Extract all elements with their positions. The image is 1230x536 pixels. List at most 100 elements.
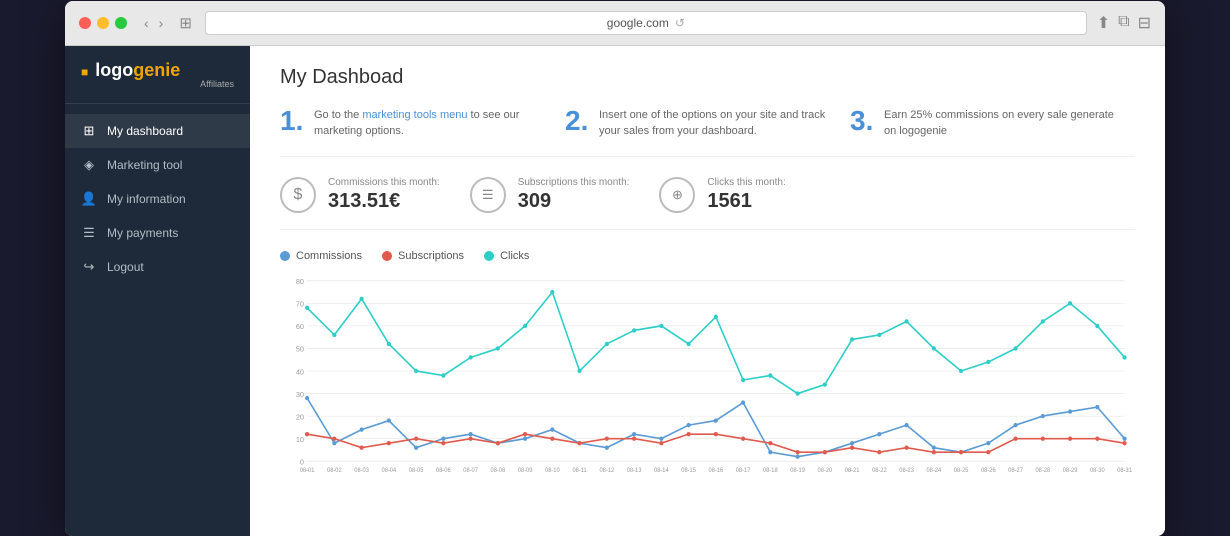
main-content: My Dashboad 1. Go to the marketing tools… (250, 46, 1165, 536)
stat-commissions-info: Commissions this month: 313.51€ (328, 177, 440, 213)
page-title: My Dashboad (280, 66, 1135, 89)
svg-text:08-09: 08-09 (518, 468, 533, 474)
refresh-icon[interactable]: ↺ (675, 16, 685, 30)
svg-text:08-03: 08-03 (354, 468, 369, 474)
svg-text:08-20: 08-20 (818, 468, 833, 474)
sidebar-label-dashboard: My dashboard (107, 124, 183, 138)
url-text: google.com (607, 16, 669, 30)
step-2-text: Insert one of the options on your site a… (599, 107, 830, 140)
svg-text:08-29: 08-29 (1063, 468, 1078, 474)
svg-text:08-28: 08-28 (1036, 468, 1051, 474)
forward-button[interactable]: › (156, 15, 167, 31)
step-1-text-before: Go to the (314, 109, 362, 121)
step-1: 1. Go to the marketing tools menu to see… (280, 107, 565, 140)
svg-text:08-26: 08-26 (981, 468, 996, 474)
svg-text:08-15: 08-15 (681, 468, 696, 474)
maximize-button[interactable] (115, 17, 127, 29)
steps-row: 1. Go to the marketing tools menu to see… (280, 107, 1135, 157)
svg-text:08-17: 08-17 (736, 468, 751, 474)
logo-area: ■ logogenie Affiliates (65, 46, 250, 104)
minimize-button[interactable] (97, 17, 109, 29)
svg-text:20: 20 (296, 412, 304, 421)
svg-text:08-16: 08-16 (709, 468, 724, 474)
svg-text:08-21: 08-21 (845, 468, 860, 474)
sidebar-item-dashboard[interactable]: ⊞ My dashboard (65, 114, 250, 148)
payments-icon: ☰ (81, 225, 97, 241)
legend-commissions: Commissions (280, 250, 362, 262)
svg-text:08-30: 08-30 (1090, 468, 1105, 474)
close-button[interactable] (79, 17, 91, 29)
chart-area: Commissions Subscriptions Clicks 0 10 20 30… (280, 250, 1135, 492)
user-icon: 👤 (81, 191, 97, 207)
svg-text:08-22: 08-22 (872, 468, 887, 474)
svg-text:08-02: 08-02 (327, 468, 342, 474)
commissions-value: 313.51€ (328, 190, 440, 213)
svg-text:08-08: 08-08 (491, 468, 506, 474)
share-icon[interactable]: ⬆ (1097, 13, 1110, 33)
svg-text:08-07: 08-07 (463, 468, 478, 474)
stat-clicks: ⊕ Clicks this month: 1561 (659, 177, 785, 213)
address-bar[interactable]: google.com ↺ (205, 11, 1087, 35)
clicks-label: Clicks this month: (707, 177, 785, 188)
clicks-value: 1561 (707, 190, 785, 213)
logo-brand: genie (133, 60, 180, 80)
svg-text:08-23: 08-23 (899, 468, 914, 474)
clicks-icon: ⊕ (659, 177, 695, 213)
marketing-icon: ◈ (81, 157, 97, 173)
back-button[interactable]: ‹ (141, 15, 152, 31)
step-1-text: Go to the marketing tools menu to see ou… (314, 107, 545, 140)
browser-window: ‹ › ⊞ google.com ↺ ⬆ ⧉ ⊟ ■ logogenie Aff… (65, 1, 1165, 536)
svg-text:08-11: 08-11 (572, 468, 586, 474)
logo: ■ logogenie (81, 60, 234, 81)
stat-subscriptions-info: Subscriptions this month: 309 (518, 177, 630, 213)
svg-text:08-24: 08-24 (927, 468, 942, 474)
svg-text:80: 80 (296, 276, 304, 285)
chart-legend: Commissions Subscriptions Clicks (280, 250, 1135, 262)
commissions-label: Commissions this month: (328, 177, 440, 188)
step-1-number: 1. (280, 107, 304, 135)
step-3-number: 3. (850, 107, 874, 135)
svg-text:08-12: 08-12 (600, 468, 615, 474)
stats-row: $ Commissions this month: 313.51€ ☰ Subs… (280, 177, 1135, 230)
browser-chrome: ‹ › ⊞ google.com ↺ ⬆ ⧉ ⊟ (65, 1, 1165, 46)
legend-subscriptions-label: Subscriptions (398, 250, 464, 262)
svg-text:08-18: 08-18 (763, 468, 778, 474)
sidebar-nav: ⊞ My dashboard ◈ Marketing tool 👤 My inf… (65, 104, 250, 536)
svg-text:08-19: 08-19 (790, 468, 805, 474)
step-2: 2. Insert one of the options on your sit… (565, 107, 850, 140)
logout-icon: ↪ (81, 259, 97, 275)
svg-text:08-13: 08-13 (627, 468, 642, 474)
sidebar-label-logout: Logout (107, 260, 144, 274)
stat-subscriptions: ☰ Subscriptions this month: 309 (470, 177, 630, 213)
sidebar-item-payments[interactable]: ☰ My payments (65, 216, 250, 250)
clicks-dot (484, 251, 494, 261)
svg-text:40: 40 (296, 367, 304, 376)
svg-text:08-27: 08-27 (1008, 468, 1023, 474)
duplicate-icon[interactable]: ⧉ (1118, 13, 1129, 33)
legend-commissions-label: Commissions (296, 250, 362, 262)
svg-text:0: 0 (300, 457, 304, 466)
app-layout: ■ logogenie Affiliates ⊞ My dashboard ◈ … (65, 46, 1165, 536)
subscriptions-value: 309 (518, 190, 630, 213)
subscriptions-dot (382, 251, 392, 261)
share-icons: ⬆ ⧉ ⊟ (1097, 13, 1151, 33)
svg-text:30: 30 (296, 389, 304, 398)
subscriptions-icon: ☰ (470, 177, 506, 213)
sidebar-toggle-icon[interactable]: ⊟ (1138, 13, 1151, 33)
commissions-icon: $ (280, 177, 316, 213)
svg-text:10: 10 (296, 434, 304, 443)
sidebar-item-information[interactable]: 👤 My information (65, 182, 250, 216)
legend-clicks-label: Clicks (500, 250, 529, 262)
svg-text:50: 50 (296, 344, 304, 353)
nav-arrows: ‹ › (141, 15, 166, 31)
svg-text:08-05: 08-05 (409, 468, 424, 474)
svg-text:60: 60 (296, 322, 304, 331)
sidebar-item-marketing[interactable]: ◈ Marketing tool (65, 148, 250, 182)
grid-button[interactable]: ⊞ (176, 14, 195, 32)
sidebar-label-payments: My payments (107, 226, 178, 240)
dashboard-icon: ⊞ (81, 123, 97, 139)
svg-text:08-04: 08-04 (382, 468, 397, 474)
marketing-tools-link[interactable]: marketing tools menu (362, 109, 467, 121)
sidebar-item-logout[interactable]: ↪ Logout (65, 250, 250, 284)
svg-text:70: 70 (296, 299, 304, 308)
